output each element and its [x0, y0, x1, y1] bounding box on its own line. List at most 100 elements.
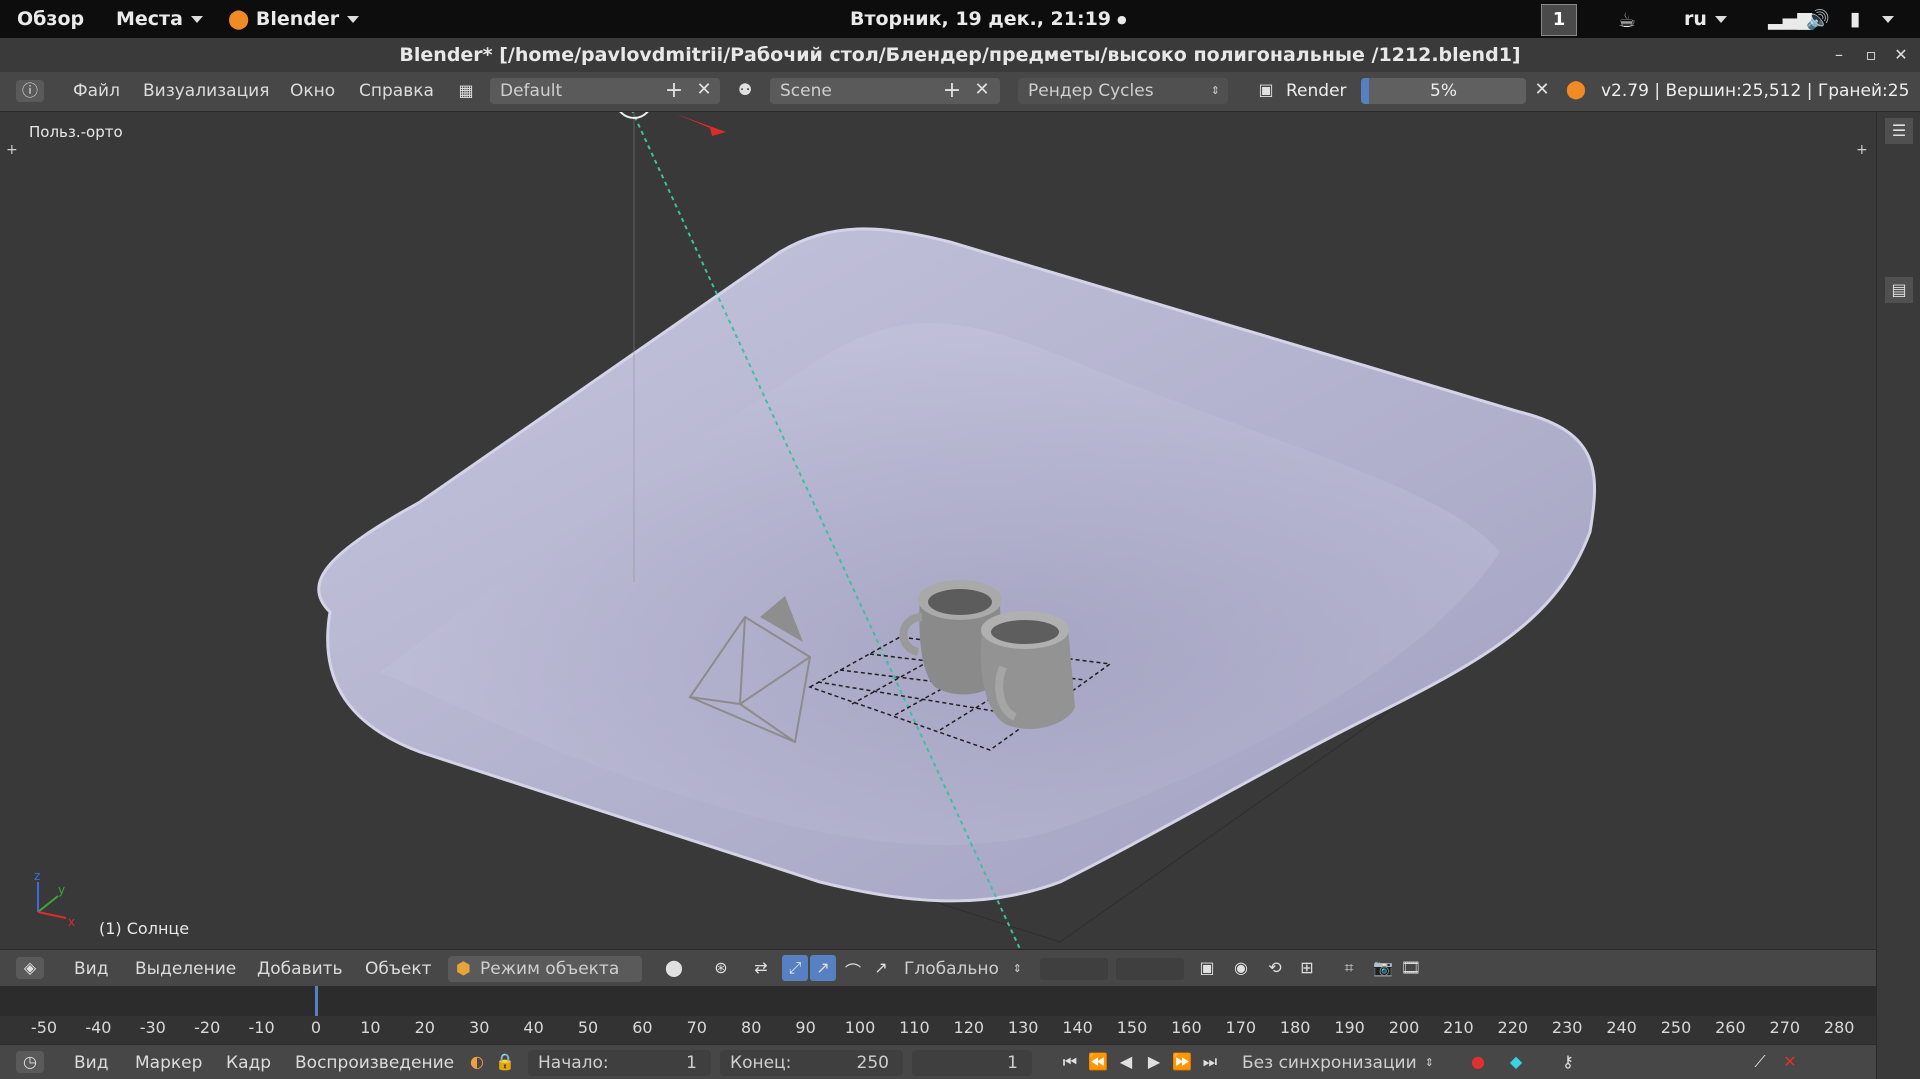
snap-element-icon[interactable]: ⊞ — [1294, 958, 1320, 977]
viewport-scene[interactable]: z y x + + — [0, 112, 1876, 949]
play-reverse-icon[interactable]: ◀ — [1114, 1052, 1138, 1071]
jump-keyframe-back-icon[interactable]: ⏪ — [1086, 1052, 1110, 1071]
timeline-tick-label: 190 — [1334, 1018, 1365, 1037]
add-region-right-icon[interactable]: + — [1856, 142, 1868, 158]
snap-target-icon[interactable]: ⌗ — [1336, 958, 1362, 978]
timeline-tick-label: 230 — [1551, 1018, 1583, 1037]
current-frame-field[interactable]: 1 — [912, 1050, 1032, 1076]
menu-help[interactable]: Справка — [359, 81, 434, 101]
remove-scene-icon[interactable]: ✕ — [970, 79, 994, 100]
timeline-editor[interactable]: -50 -40 -30 -20 -10 0 10 20 30 40 50 60 70 80 90 100 110… — [0, 986, 1876, 1044]
insert-key-icon[interactable]: ⟋ — [1748, 1052, 1772, 1072]
clock[interactable]: Вторник, 19 дек., 21:19 ● — [850, 8, 1127, 30]
svg-text:x: x — [68, 915, 75, 929]
pivot-point-icon[interactable]: ⊛ — [703, 958, 739, 977]
active-object-label: (1) Солнце — [99, 919, 190, 938]
screen-layout-icon[interactable]: ▦ — [454, 81, 478, 100]
scale-manipulator-icon[interactable]: ⌒ — [840, 958, 866, 982]
lock-icon[interactable]: 🔒 — [494, 1052, 516, 1071]
preview-range-icon[interactable]: ◐ — [466, 1052, 488, 1071]
interaction-mode-label: Режим объекта — [480, 959, 620, 979]
playhead[interactable] — [315, 986, 318, 1016]
sync-mode-select[interactable]: Без синхронизации ⇕ — [1232, 1050, 1442, 1076]
mug-right[interactable] — [980, 611, 1075, 729]
system-menu[interactable] — [1874, 8, 1894, 30]
opengl-anim-icon[interactable]: 🎞 — [1398, 958, 1424, 977]
transform-orientation-select[interactable]: Глобально ⇕ — [894, 956, 1028, 982]
orientation-label: Глобально — [904, 959, 999, 979]
add-region-icon[interactable]: + — [6, 142, 18, 158]
remove-layout-icon[interactable]: ✕ — [692, 79, 716, 100]
timeline-tick-label: 20 — [414, 1018, 435, 1037]
menu-frame[interactable]: Кадр — [226, 1053, 271, 1073]
render-engine-select[interactable]: Рендер Cycles ⇕ — [1018, 78, 1228, 104]
render-progress-bar: 5% — [1361, 78, 1526, 104]
outliner-icon[interactable]: ☰ — [1885, 118, 1913, 144]
layer-buttons-group-1[interactable] — [1040, 958, 1108, 980]
menu-marker[interactable]: Маркер — [135, 1053, 202, 1073]
maximize-button[interactable]: ▫ — [1858, 42, 1884, 68]
keying-set-icon[interactable]: ◆ — [1504, 1052, 1528, 1071]
render-progress-text: 5% — [1430, 81, 1457, 101]
menu-add[interactable]: Добавить — [257, 959, 343, 979]
minimize-button[interactable]: – — [1826, 42, 1852, 68]
app-menu[interactable]: ⬤ Blender — [228, 8, 360, 30]
jump-start-icon[interactable]: ⏮ — [1058, 1052, 1082, 1072]
play-icon[interactable]: ▶ — [1142, 1052, 1166, 1071]
menu-playback[interactable]: Воспроизведение — [295, 1053, 454, 1073]
timeline-tick-label: 180 — [1279, 1018, 1311, 1037]
editor-type-3d-icon[interactable]: ◈ — [16, 957, 44, 979]
timeline-tick-label: 280 — [1823, 1018, 1855, 1037]
activities-button[interactable]: Обзор — [17, 8, 84, 30]
delete-key-icon[interactable]: ✕ — [1778, 1052, 1802, 1071]
places-menu[interactable]: Места — [116, 8, 203, 30]
menu-view[interactable]: Вид — [74, 959, 108, 979]
snap-icon[interactable]: ⟲ — [1262, 958, 1288, 977]
timeline-tick-label: 30 — [469, 1018, 490, 1037]
add-scene-icon[interactable]: + — [940, 78, 964, 103]
editor-type-info-icon[interactable]: ⓘ — [16, 80, 44, 102]
3d-viewport[interactable]: z y x + + Польз.-орто (1) Солнце — [0, 112, 1876, 949]
menu-select[interactable]: Выделение — [135, 959, 236, 979]
add-layout-icon[interactable]: + — [662, 78, 686, 103]
lock-layers-icon[interactable]: ▣ — [1194, 958, 1220, 977]
coffee-cup-icon[interactable]: ☕ — [1618, 8, 1636, 32]
rotate-manipulator-icon[interactable]: ↗ — [810, 955, 836, 981]
menu-object[interactable]: Объект — [365, 959, 432, 979]
timeline-tick-label: 130 — [1007, 1018, 1039, 1037]
blender-logo-icon: ⬤ — [1565, 79, 1587, 100]
timeline-tick-label: 210 — [1443, 1018, 1474, 1037]
menu-window[interactable]: Окно — [290, 81, 335, 101]
translate-manipulator-icon[interactable]: ⤢ — [782, 955, 808, 981]
jump-end-icon[interactable]: ⏭ — [1198, 1052, 1222, 1072]
volume-icon[interactable]: 🔊 — [1806, 8, 1830, 31]
transform-icon[interactable]: ↗ — [868, 958, 894, 977]
timeline-tick-label: 40 — [523, 1018, 544, 1037]
record-icon[interactable]: ● — [1466, 1052, 1490, 1071]
menu-file[interactable]: Файл — [73, 81, 120, 101]
start-frame-field[interactable]: Начало: 1 — [528, 1050, 711, 1076]
timeline-tick-label: -20 — [194, 1018, 221, 1037]
menu-view[interactable]: Вид — [74, 1053, 108, 1073]
scene-selector[interactable]: Scene — [770, 78, 1000, 104]
language-menu[interactable]: ru — [1684, 8, 1727, 30]
close-button[interactable]: ✕ — [1888, 42, 1914, 68]
menu-render[interactable]: Визуализация — [143, 81, 269, 101]
viewport-shading-icon[interactable]: ⬤ — [656, 958, 692, 977]
scene-icon[interactable]: ⚉ — [730, 80, 760, 99]
end-frame-field[interactable]: Конец: 250 — [720, 1050, 903, 1076]
timeline-tick-label: 160 — [1171, 1018, 1202, 1037]
layer-buttons-group-2[interactable] — [1116, 958, 1184, 980]
manipulator-toggle-icon[interactable]: ⇄ — [747, 958, 775, 977]
workspace-indicator[interactable]: 1 — [1541, 4, 1577, 36]
jump-keyframe-forward-icon[interactable]: ⏩ — [1170, 1052, 1194, 1071]
battery-icon[interactable]: ▮ — [1850, 8, 1860, 30]
interaction-mode-select[interactable]: ⬢ Режим объекта — [448, 956, 642, 982]
proportional-edit-icon[interactable]: ◉ — [1228, 958, 1254, 977]
cancel-render-icon[interactable]: ✕ — [1530, 79, 1554, 100]
opengl-render-icon[interactable]: 📷 — [1370, 958, 1396, 977]
editor-type-timeline-icon[interactable]: ◷ — [16, 1051, 44, 1073]
insert-keyframe-icon[interactable]: ⚷ — [1556, 1052, 1580, 1071]
properties-icon[interactable]: ▤ — [1885, 277, 1913, 303]
svg-text:z: z — [34, 869, 40, 883]
